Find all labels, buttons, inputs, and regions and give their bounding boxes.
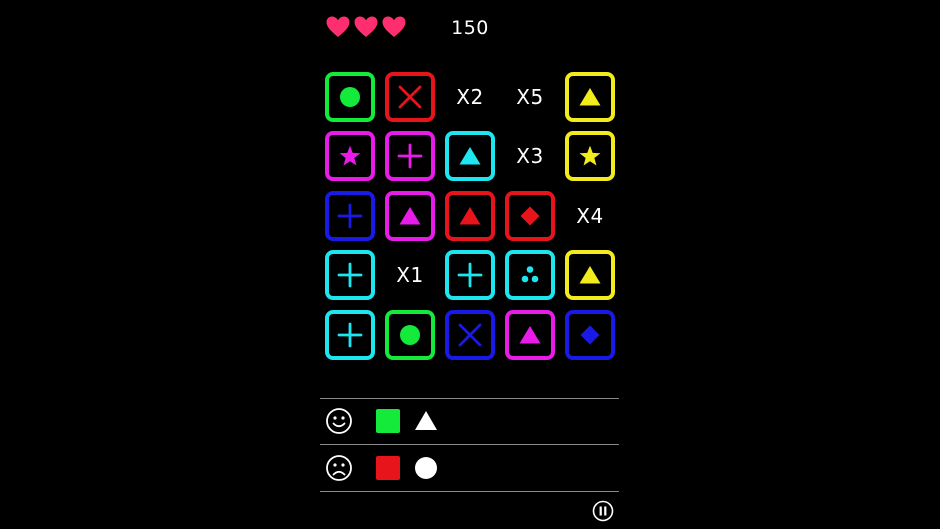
grid-cell: X1 [380,246,440,306]
lives-display [325,14,407,40]
grid-cell [320,305,380,365]
triangle-icon [459,206,481,225]
tile-blue-diamond[interactable] [565,309,615,360]
good-color-swatch [376,409,400,433]
tile-green-circle[interactable] [325,71,375,122]
divider [320,491,619,492]
smiley-icon [326,408,352,434]
divider [320,444,619,445]
good-rule-row [320,399,619,443]
grid-cell [320,127,380,187]
pause-button[interactable] [592,500,614,522]
diamond-icon [520,206,540,226]
game-grid: X2 X5 X3 X4 X1 [320,67,620,365]
game-screen: 150 X2 X5 X3 X4 X1 [0,0,940,529]
grid-cell [320,67,380,127]
tile-yellow-triangle[interactable] [565,250,615,301]
triangle-icon [399,206,421,225]
tile-blue-plus[interactable] [325,190,375,241]
circle-icon [400,324,420,345]
star-icon [579,145,601,166]
x-icon [398,85,422,109]
bad-rule-row [320,446,619,490]
plus-icon [337,203,363,229]
grid-cell [380,127,440,187]
grid-cell [500,246,560,306]
circle-icon [415,457,437,479]
heart-icon [326,16,350,37]
triangle-icon [519,325,541,344]
grid-cell [380,67,440,127]
triangle-icon [415,411,437,430]
grid-cell [380,186,440,246]
grid-cell: X5 [500,67,560,127]
multiplier-label: X2 [456,84,484,109]
star-icon [339,145,361,166]
grid-cell [560,246,620,306]
sad-face-icon [326,455,352,481]
grid-cell [560,127,620,187]
triangle-icon [579,266,601,284]
grid-cell [380,305,440,365]
tile-cyan-plus[interactable] [325,250,375,301]
tile-cyan-plus[interactable] [325,309,375,360]
plus-icon [337,262,363,288]
grid-cell: X2 [440,67,500,127]
plus-icon [397,143,423,169]
plus-icon [337,322,363,348]
grid-cell [320,246,380,306]
tile-green-circle[interactable] [385,309,435,360]
multiplier-label: X4 [576,203,604,228]
score: 150 [451,17,489,39]
x-icon [458,323,482,347]
multiplier-label: X5 [516,84,544,109]
grid-cell [440,127,500,187]
multiplier-label: X1 [396,263,424,288]
heart-icon [354,16,378,37]
grid-cell [440,246,500,306]
bad-color-swatch [376,456,400,480]
triangle-icon [579,87,601,106]
grid-cell [320,186,380,246]
tile-magenta-star[interactable] [325,131,375,182]
grid-cell [440,305,500,365]
tile-red-diamond[interactable] [505,190,555,241]
tile-cyan-triangle[interactable] [445,131,495,182]
dots-icon [521,266,539,283]
triangle-icon [459,147,481,165]
diamond-icon [580,325,600,345]
grid-cell [560,305,620,365]
tile-red-triangle[interactable] [445,190,495,241]
tile-cyan-dots[interactable] [505,250,555,301]
multiplier-label: X3 [516,144,544,169]
tile-yellow-triangle[interactable] [565,71,615,122]
tile-magenta-triangle[interactable] [385,190,435,241]
plus-icon [457,262,483,288]
tile-blue-x[interactable] [445,309,495,360]
heart-icon [382,16,406,37]
grid-cell: X4 [560,186,620,246]
circle-icon [340,86,360,107]
grid-cell [500,186,560,246]
tile-cyan-plus[interactable] [445,250,495,301]
tile-magenta-triangle[interactable] [505,309,555,360]
grid-cell [500,305,560,365]
tile-yellow-star[interactable] [565,131,615,182]
grid-cell: X3 [500,127,560,187]
tile-magenta-plus[interactable] [385,131,435,182]
grid-cell [440,186,500,246]
grid-cell [560,67,620,127]
tile-red-x[interactable] [385,71,435,122]
